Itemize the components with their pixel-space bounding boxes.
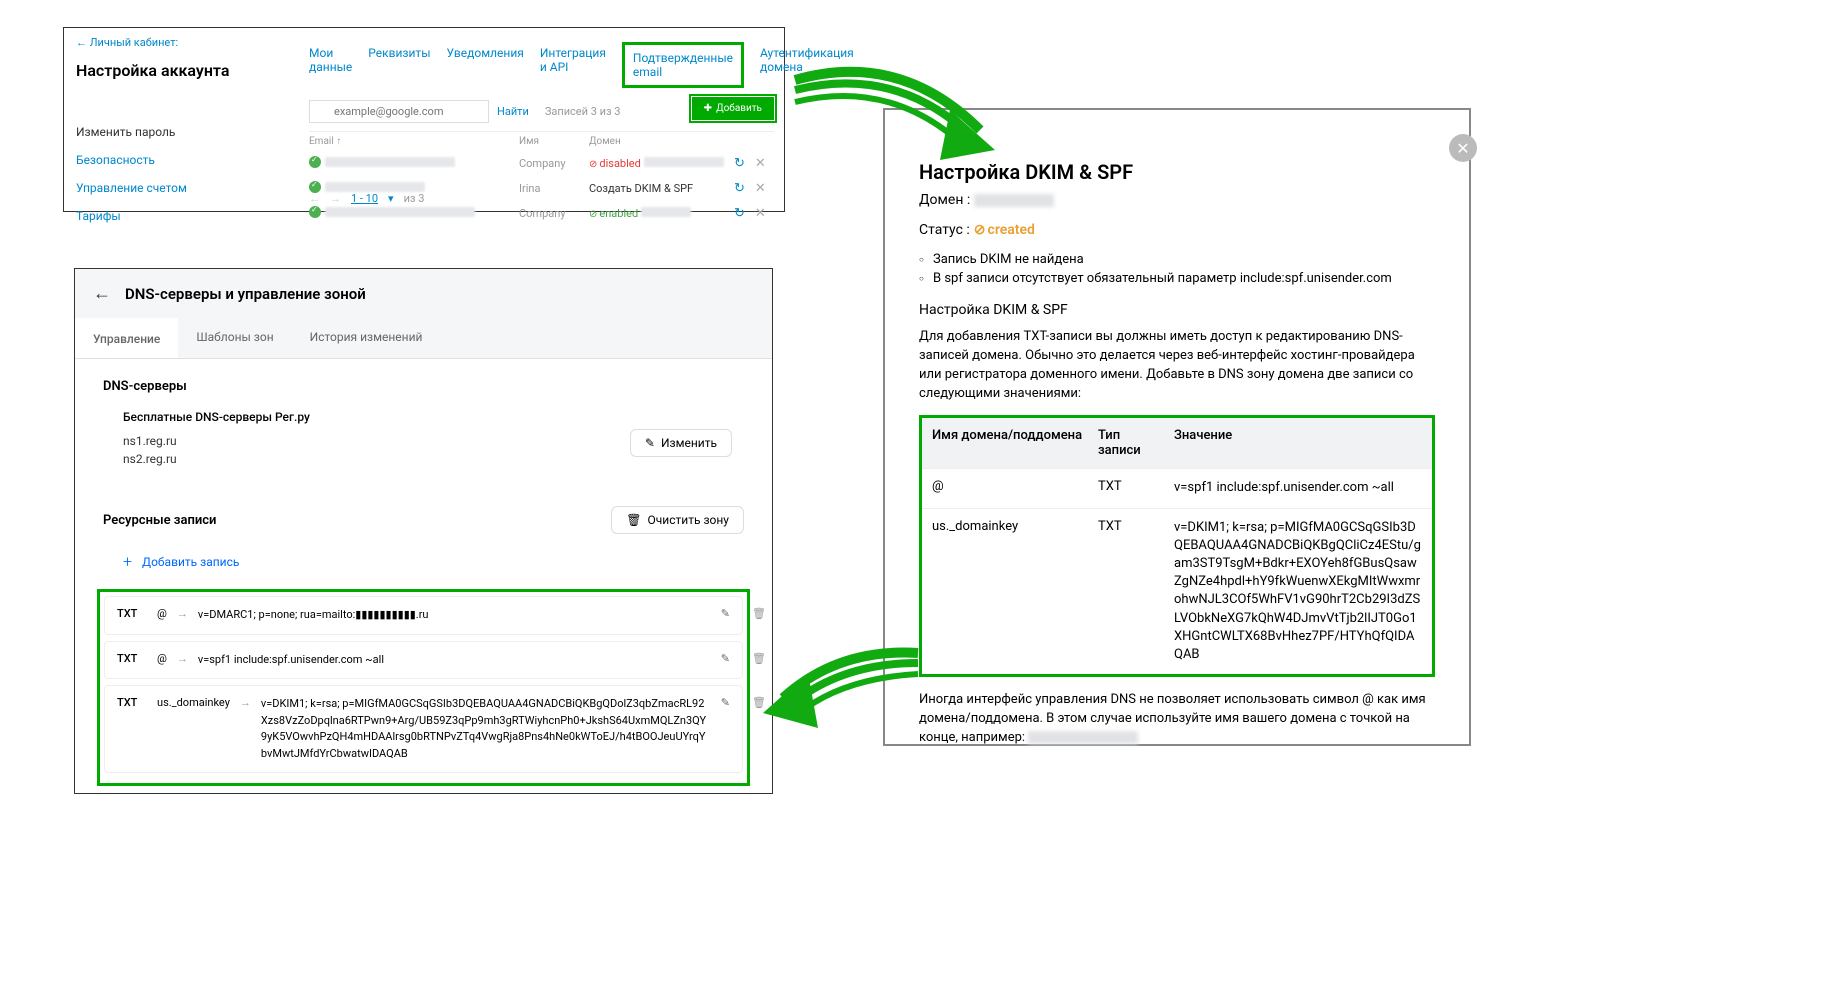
create-dkim-link[interactable]: Создать DKIM & SPF [589, 182, 693, 195]
tab-templates[interactable]: Шаблоны зон [178, 318, 291, 358]
domain-row: Домен : [919, 192, 1435, 208]
row-name: Company [519, 207, 589, 220]
domain-status-disabled: disabled [589, 157, 641, 170]
sub-heading: Настройка DKIM & SPF [919, 302, 1435, 318]
records-list: TXT @ → v=DMARC1; p=none; rua=mailto:▮▮▮… [97, 589, 750, 786]
th-email[interactable]: Email ↑ [309, 136, 519, 147]
row-name: Irina [519, 182, 589, 195]
delete-icon[interactable]: ✕ [755, 181, 766, 196]
th-type: Тип записи [1094, 418, 1164, 468]
dns-title: DNS-серверы и управление зоной [125, 285, 366, 303]
sidebar-item-security[interactable]: Безопасность [64, 146, 234, 174]
trash-icon[interactable]: 🗑 [752, 607, 766, 620]
pager: ← → 1 - 10 ▾ из 3 [309, 192, 424, 205]
back-arrow-icon[interactable]: ← [93, 283, 111, 304]
tab-mydata[interactable]: Мои данные [309, 42, 352, 88]
th-host: Имя домена/поддомена [922, 418, 1094, 468]
tab-integration[interactable]: Интеграция и API [540, 42, 606, 88]
tab-notifications[interactable]: Уведомления [447, 42, 524, 88]
status-row: Статус :created [919, 222, 1435, 238]
account-settings-panel: ← Личный кабинет: Настройка аккаунта Изм… [63, 27, 785, 212]
search-wrap [309, 100, 489, 123]
table-row: @ TXT v=spf1 include:spf.unisender.com ~… [922, 468, 1432, 507]
note-item: Запись DKIM не найдена [919, 250, 1435, 269]
arrow-icon [790, 60, 1010, 180]
tabs: Мои данные Реквизиты Уведомления Интегра… [309, 42, 854, 88]
records-count: Записей 3 из 3 [545, 105, 621, 118]
section-resource-records: Ресурсные записи [103, 513, 216, 528]
tab-confirmed-email[interactable]: Подтвержденные email [622, 42, 744, 88]
delete-icon[interactable]: ✕ [755, 206, 766, 221]
sidebar-item-password[interactable]: Изменить пароль [64, 118, 234, 146]
sidebar-item-billing[interactable]: Управление счетом [64, 174, 234, 202]
add-record-button[interactable]: + Добавить запись [103, 534, 744, 589]
th-name: Имя [519, 136, 589, 147]
settings-sidebar: Изменить пароль Безопасность Управление … [64, 118, 234, 230]
dns-panel: ← DNS-серверы и управление зоной Управле… [74, 268, 773, 794]
edit-icon[interactable]: ✎ [721, 607, 730, 620]
table-row: us._domainkey TXT v=DKIM1; k=rsa; p=MIGf… [922, 508, 1432, 675]
change-button[interactable]: ✎Изменить [630, 429, 732, 457]
close-icon[interactable]: ✕ [1449, 134, 1477, 162]
dns-values-table: Имя домена/поддомена Тип записи Значение… [919, 415, 1435, 677]
refresh-icon[interactable]: ↻ [734, 156, 745, 171]
check-icon [309, 156, 321, 168]
pager-range[interactable]: 1 - 10 [351, 192, 378, 205]
search-input[interactable] [309, 100, 489, 123]
dns-record: TXT us._domainkey → v=DKIM1; k=rsa; p=MI… [104, 685, 743, 773]
table-row: Company disabled ↻ ✕ [309, 151, 774, 176]
clear-zone-button[interactable]: 🗑Очистить зону [611, 506, 744, 534]
th-domain: Домен [589, 136, 774, 147]
back-link[interactable]: ← Личный кабинет: [76, 36, 178, 49]
arrow-icon [758, 638, 928, 748]
footer-note: Иногда интерфейс управления DNS не позво… [919, 691, 1435, 748]
dns-record: TXT @ → v=DMARC1; p=none; rua=mailto:▮▮▮… [104, 596, 743, 635]
edit-icon[interactable]: ✎ [721, 696, 730, 709]
th-value: Значение [1164, 418, 1432, 468]
domain-status-enabled: enabled [589, 207, 638, 220]
delete-icon[interactable]: ✕ [755, 156, 766, 171]
note-item: В spf записи отсутствует обязательный па… [919, 269, 1435, 288]
status-badge: created [970, 222, 1035, 238]
description: Для добавления TXT-записи вы должны имет… [919, 328, 1435, 403]
add-button[interactable]: ✚Добавить [692, 97, 774, 120]
edit-icon[interactable]: ✎ [721, 652, 730, 665]
plus-icon: ✚ [704, 103, 712, 114]
row-name: Company [519, 157, 589, 170]
find-button[interactable]: Найти [497, 105, 529, 118]
free-dns-label: Бесплатные DNS-серверы Рег.ру [103, 410, 744, 424]
notes-list: Запись DKIM не найдена В spf записи отсу… [919, 250, 1435, 288]
pencil-icon: ✎ [645, 436, 655, 450]
section-dns-servers: DNS-серверы [103, 379, 744, 394]
pager-next[interactable]: → [330, 192, 341, 205]
pager-prev[interactable]: ← [309, 192, 320, 205]
dkim-modal: ✕ Настройка DKIM & SPF Домен : Статус :c… [883, 108, 1471, 746]
trash-icon: 🗑 [626, 513, 641, 527]
refresh-icon[interactable]: ↻ [734, 206, 745, 221]
check-icon [309, 206, 321, 218]
plus-icon: + [123, 552, 132, 571]
tab-manage[interactable]: Управление [75, 318, 178, 358]
tab-history[interactable]: История изменений [292, 318, 441, 358]
sidebar-item-tariffs[interactable]: Тарифы [64, 202, 234, 230]
refresh-icon[interactable]: ↻ [734, 181, 745, 196]
dns-record: TXT @ → v=spf1 include:spf.unisender.com… [104, 641, 743, 680]
tab-requisites[interactable]: Реквизиты [368, 42, 430, 88]
